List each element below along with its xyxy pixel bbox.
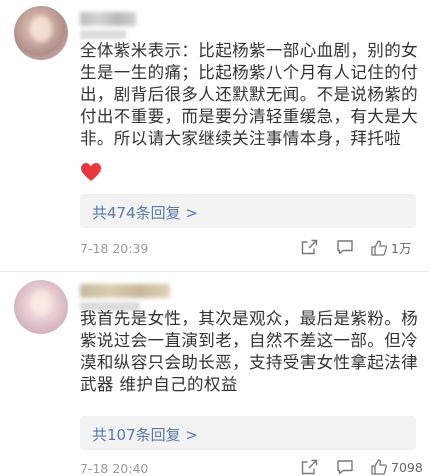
thumbs-up-icon [371,459,387,475]
username-blurred[interactable] [80,12,136,26]
comment-icon [337,240,353,255]
comment-button[interactable] [336,458,354,476]
comment-timestamp: 7-18 20:39 [80,241,149,256]
comment-text: 我首先是女性，其次是观众，最后是紫粉。杨紫说过会一直演到老，自然不差这一部。但冷… [80,309,418,394]
share-button[interactable] [300,238,318,256]
view-replies-button[interactable]: 共474条回复 > [80,194,416,228]
like-count: 7098 [391,459,423,475]
share-button[interactable] [300,458,318,476]
comment-button[interactable] [336,238,354,256]
comment-text: 全体紫米表示：比起杨紫一部心血剧，别的女生是一生的痛；比起杨紫八个月有人记住的付… [80,41,418,148]
comment-item: 我首先是女性，其次是观众，最后是紫粉。杨紫说过会一直演到老，自然不差这一部。但冷… [0,272,430,476]
view-replies-button[interactable]: 共107条回复 > [80,416,416,450]
heart-emoji-icon [80,162,102,182]
reply-count-link[interactable]: 共474条回复 > [92,202,198,223]
comment-icon [337,460,353,475]
like-button[interactable]: 7098 [370,458,423,476]
like-count: 1万 [391,241,412,256]
reply-count-link[interactable]: 共107条回复 > [92,424,198,445]
thumbs-up-icon [371,239,387,256]
share-icon [301,239,318,255]
like-button[interactable]: 1万 [370,238,411,257]
avatar[interactable] [14,6,68,60]
user-meta-blurred [80,30,126,39]
share-icon [301,459,318,475]
username-blurred[interactable] [80,284,170,298]
avatar[interactable] [14,280,68,334]
comment-timestamp: 7-18 20:40 [80,461,149,476]
comment-item: 全体紫米表示：比起杨紫一部心血剧，别的女生是一生的痛；比起杨紫八个月有人记住的付… [0,0,430,272]
